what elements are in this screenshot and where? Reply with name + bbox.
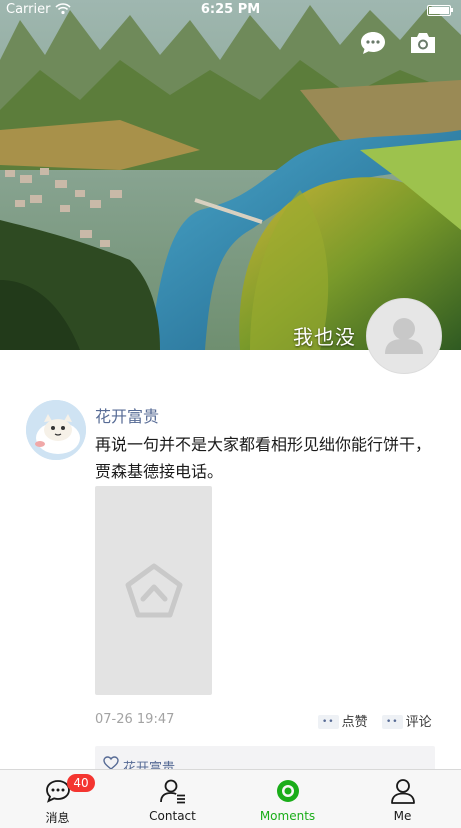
post-image-placeholder[interactable] [95, 486, 212, 695]
status-bar: Carrier 6:25 PM [0, 0, 461, 20]
tab-label: Me [393, 809, 412, 823]
post-timestamp: 07-26 19:47 [95, 712, 175, 727]
like-label: 点赞 [341, 715, 368, 730]
like-dots-icon: •• [318, 715, 339, 729]
camera-icon[interactable] [408, 28, 438, 58]
landscape-image [0, 0, 461, 350]
battery-icon [427, 5, 453, 16]
person-icon [391, 779, 415, 804]
moments-icon [277, 780, 299, 802]
post-author-name[interactable]: 花开富贵 [95, 403, 159, 427]
cover-photo[interactable]: Carrier 6:25 PM 我也没 [0, 0, 461, 350]
tab-label: 消息 [45, 811, 70, 825]
default-avatar-icon [385, 318, 423, 354]
post-author-avatar[interactable] [26, 400, 86, 460]
tab-moments[interactable]: Moments [230, 770, 345, 828]
unread-badge: 40 [67, 774, 95, 792]
tab-me[interactable]: Me [345, 770, 460, 828]
tab-contact[interactable]: Contact [115, 770, 230, 828]
tab-messages[interactable]: 40 消息 [0, 770, 115, 828]
post-content: 再说一句并不是大家都看相形见绌你能行饼干，贾森基德接电话。 [95, 435, 432, 481]
comment-label: 评论 [405, 715, 432, 730]
like-button[interactable]: •• 点赞 [318, 711, 368, 730]
my-avatar[interactable] [366, 298, 442, 374]
comment-dots-icon: •• [382, 715, 403, 729]
message-bubble-icon[interactable] [358, 28, 388, 58]
tab-bar: 40 消息 Contact Moments Me [0, 769, 461, 828]
tab-label: Moments [259, 809, 316, 823]
clock: 6:25 PM [200, 2, 261, 17]
tab-label: Contact [149, 809, 196, 823]
cover-username: 我也没 [293, 325, 356, 349]
comment-button[interactable]: •• 评论 [382, 711, 432, 730]
image-placeholder-icon [125, 563, 183, 618]
cartoon-avatar-icon [26, 400, 86, 460]
contact-icon [160, 779, 185, 804]
heart-icon [103, 756, 119, 770]
